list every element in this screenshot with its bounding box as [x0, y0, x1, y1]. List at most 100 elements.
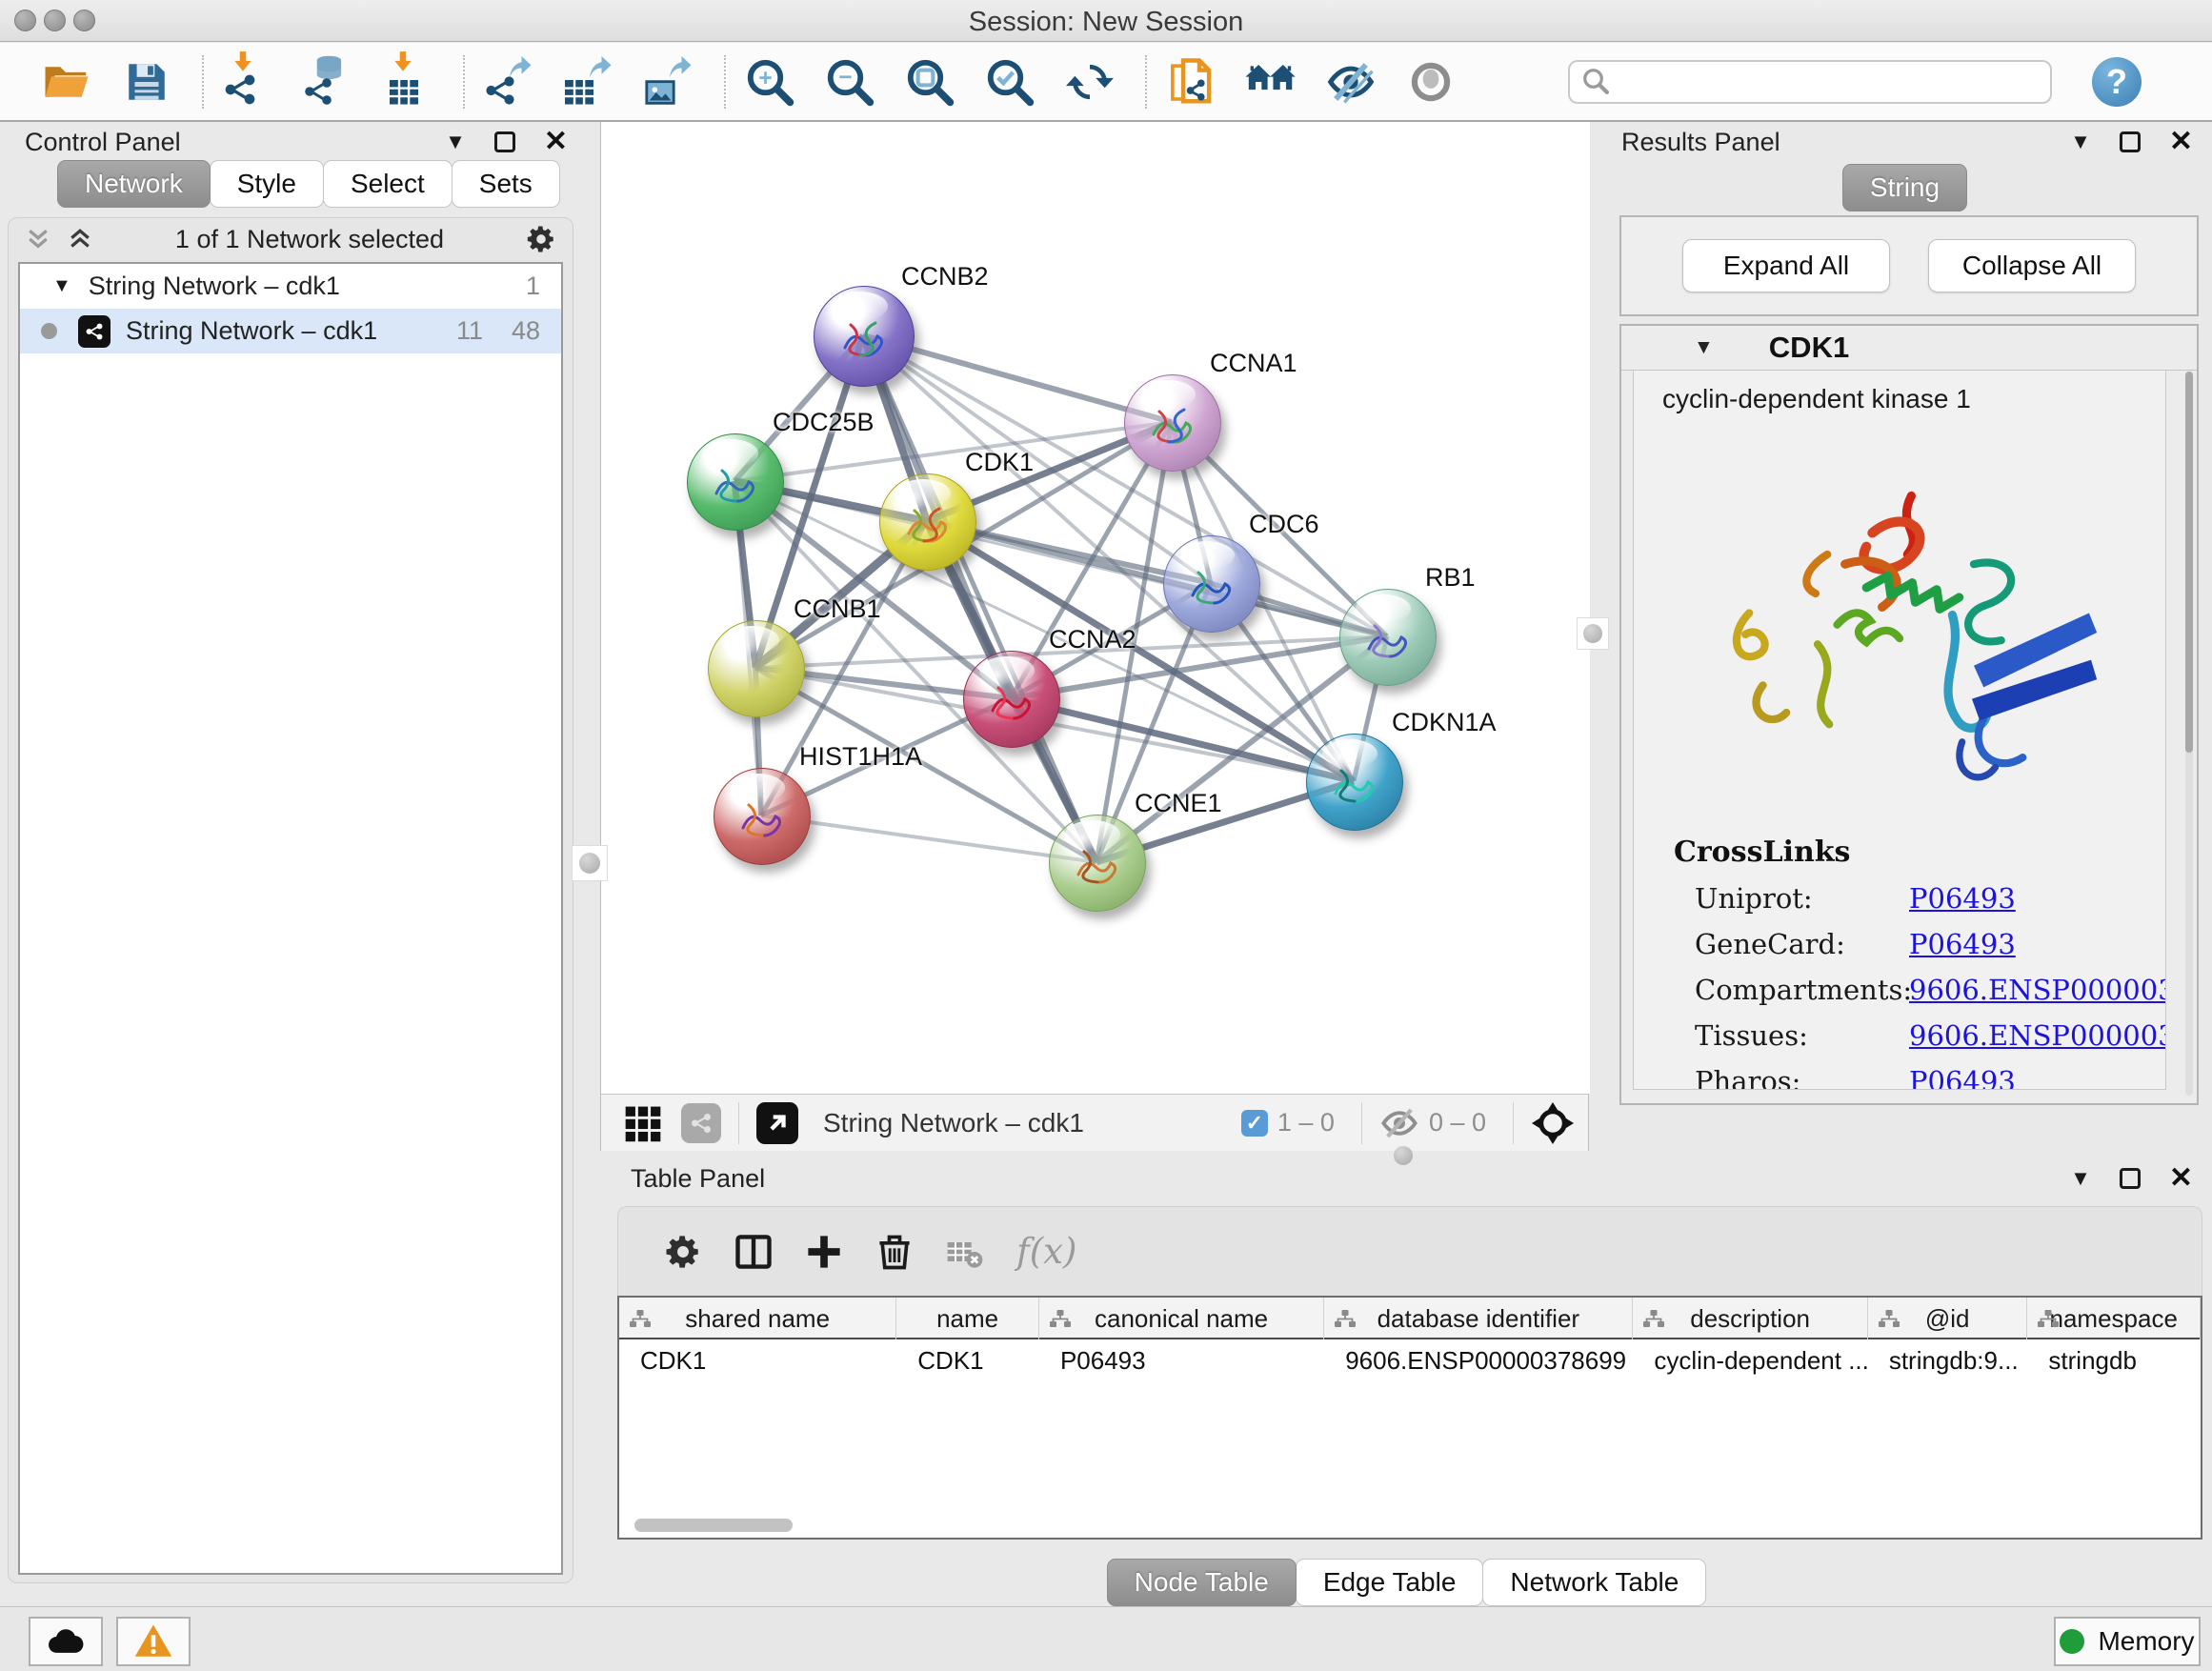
tab-network[interactable]: Network: [57, 160, 211, 208]
import-table-button[interactable]: [381, 55, 434, 109]
show-all-button[interactable]: [1404, 55, 1458, 109]
panel-collapse-icon[interactable]: ▼: [445, 131, 466, 152]
network-style-button[interactable]: [681, 1103, 721, 1143]
column-header-@id[interactable]: @id: [1868, 1298, 2028, 1339]
panel-float-icon[interactable]: [494, 131, 515, 152]
expand-all-icon[interactable]: [66, 225, 94, 253]
column-type-icon: [1334, 1308, 1357, 1331]
cloud-button[interactable]: [29, 1617, 103, 1666]
right-splitter-handle[interactable]: [1577, 617, 1609, 650]
tab-sets[interactable]: Sets: [452, 160, 560, 208]
collapse-all-icon[interactable]: [24, 225, 52, 253]
network-canvas[interactable]: CCNB2CCNA1CDC25BCDK1CDC6RB1CCNB1CCNA2CDK…: [601, 122, 1590, 1094]
tab-style[interactable]: Style: [210, 160, 324, 208]
zoom-in-button[interactable]: +: [743, 55, 796, 109]
plus-icon: [804, 1232, 844, 1272]
fit-selected-button[interactable]: [983, 55, 1036, 109]
trash-icon: [874, 1231, 915, 1273]
gene-section-header[interactable]: ▼ CDK1: [1621, 326, 2197, 371]
crosslink-link[interactable]: P06493: [1909, 882, 2016, 915]
crosslink-link[interactable]: P06493: [1909, 928, 2016, 960]
column-header-database-identifier[interactable]: database identifier: [1324, 1298, 1633, 1339]
show-columns-button[interactable]: [727, 1225, 780, 1278]
column-header-shared-name[interactable]: shared name: [619, 1298, 896, 1339]
tab-select[interactable]: Select: [323, 160, 452, 208]
crosslink-link[interactable]: 9606.ENSP00000378699: [1909, 974, 2166, 1006]
birds-eye-grid-button[interactable]: [622, 1102, 664, 1144]
table-row[interactable]: CDK1CDK1P064939606.ENSP00000378699cyclin…: [619, 1339, 2201, 1381]
network-node-RB1[interactable]: [1339, 589, 1437, 686]
results-scrollbar-thumb[interactable]: [2185, 372, 2193, 753]
network-node-CDC6[interactable]: [1163, 535, 1260, 633]
network-row[interactable]: String Network – cdk1 11 48: [20, 309, 561, 353]
selected-checkbox[interactable]: ✓: [1241, 1110, 1268, 1137]
gear-icon[interactable]: [525, 223, 557, 255]
column-header-description[interactable]: description: [1633, 1298, 1867, 1339]
table-toolbar: f(x): [617, 1206, 2202, 1296]
export-network-button[interactable]: [482, 55, 535, 109]
first-neighbors-button[interactable]: [1244, 55, 1297, 109]
panel-float-icon[interactable]: [2120, 131, 2141, 152]
tree-expander-icon[interactable]: ▼: [52, 275, 71, 297]
tab-edge-table[interactable]: Edge Table: [1296, 1559, 1484, 1606]
panel-close-icon[interactable]: ✕: [544, 128, 568, 156]
network-node-HIST1H1A[interactable]: [714, 768, 811, 865]
network-edge-CCNE1-HIST1H1A[interactable]: [761, 815, 1096, 862]
warnings-button[interactable]: [116, 1617, 191, 1666]
column-header-canonical-name[interactable]: canonical name: [1039, 1298, 1324, 1339]
detach-view-button[interactable]: [756, 1102, 798, 1144]
table-hscrollbar-thumb[interactable]: [634, 1519, 793, 1532]
tab-network-table[interactable]: Network Table: [1482, 1559, 1706, 1606]
results-scrollbar[interactable]: [2185, 372, 2193, 1096]
memory-button[interactable]: Memory: [2054, 1617, 2201, 1666]
network-node-CDC25B[interactable]: [687, 433, 784, 531]
delete-column-button[interactable]: [868, 1225, 921, 1278]
crosslink-link[interactable]: P06493: [1909, 1065, 2016, 1090]
network-collection-row[interactable]: ▼ String Network – cdk1 1: [20, 264, 561, 309]
search-input[interactable]: [1568, 60, 2052, 104]
center-view-target-icon[interactable]: [1531, 1101, 1575, 1145]
import-network-database-button[interactable]: [301, 55, 354, 109]
collapse-all-button[interactable]: Collapse All: [1928, 239, 2136, 292]
fit-selected-icon: [984, 56, 1036, 108]
column-header-name[interactable]: name: [896, 1298, 1039, 1339]
panel-collapse-icon[interactable]: ▼: [2070, 131, 2091, 152]
clone-network-button[interactable]: [1164, 55, 1217, 109]
expand-all-button[interactable]: Expand All: [1682, 239, 1890, 292]
fit-content-button[interactable]: [903, 55, 956, 109]
network-node-CCNA1[interactable]: [1124, 374, 1221, 472]
help-button[interactable]: ?: [2092, 57, 2142, 107]
crosslink-row: Uniprot:P06493: [1674, 882, 2166, 915]
crosslink-link[interactable]: 9606.ENSP00000378699: [1909, 1019, 2166, 1052]
tab-node-table[interactable]: Node Table: [1107, 1559, 1297, 1606]
open-session-button[interactable]: [40, 55, 93, 109]
import-network-file-button[interactable]: [221, 55, 274, 109]
panel-close-icon[interactable]: ✕: [2169, 128, 2193, 156]
panel-close-icon[interactable]: ✕: [2169, 1164, 2193, 1193]
refresh-view-button[interactable]: [1063, 55, 1116, 109]
memory-status-dot: [2060, 1629, 2084, 1654]
table-settings-button[interactable]: [656, 1225, 710, 1278]
crosslink-row: Compartments:9606.ENSP00000378699: [1674, 974, 2166, 1006]
panel-float-icon[interactable]: [2120, 1168, 2141, 1189]
zoom-out-button[interactable]: −: [823, 55, 876, 109]
network-node-CDKN1A[interactable]: [1306, 734, 1403, 831]
hide-selected-button[interactable]: [1324, 55, 1377, 109]
network-node-CCNE1[interactable]: [1049, 815, 1146, 912]
export-table-button[interactable]: [562, 55, 615, 109]
column-header-namespace[interactable]: namespace: [2027, 1298, 2201, 1339]
save-session-button[interactable]: [120, 55, 173, 109]
tab-string[interactable]: String: [1842, 164, 1967, 211]
add-column-button[interactable]: [797, 1225, 851, 1278]
delete-table-button[interactable]: [938, 1225, 992, 1278]
network-node-CCNB1[interactable]: [708, 620, 805, 717]
network-node-CDK1[interactable]: [879, 473, 976, 571]
network-node-CCNA2[interactable]: [963, 651, 1060, 748]
panel-collapse-icon[interactable]: ▼: [2070, 1168, 2091, 1189]
network-node-CCNB2[interactable]: [814, 286, 915, 387]
export-image-button[interactable]: [642, 55, 695, 109]
section-expander-icon[interactable]: ▼: [1694, 336, 1714, 359]
left-splitter-handle[interactable]: [572, 845, 608, 881]
function-builder-button[interactable]: f(x): [1016, 1231, 1076, 1272]
bottom-splitter-handle[interactable]: [1394, 1146, 1413, 1165]
